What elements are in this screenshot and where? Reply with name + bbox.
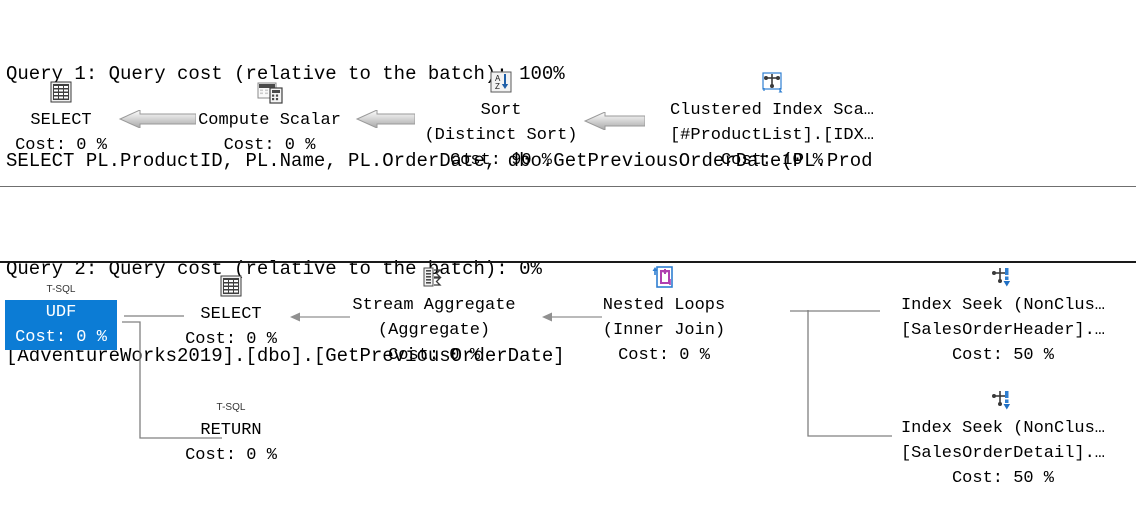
plan-node-cost: Cost: 0 % [15, 136, 107, 155]
plan-node-label: Sort [480, 101, 522, 120]
plan-node-cost: Cost: 50 % [951, 346, 1055, 365]
plan-node-label: Compute Scalar [198, 111, 341, 130]
plan-node-select[interactable]: SELECT Cost: 0 % [0, 80, 122, 158]
section-divider-bottom [0, 261, 1136, 263]
plan-node-sublabel: [#ProductList].[IDX… [669, 126, 875, 145]
plan-node-sort[interactable]: A Z Sort (Distinct Sort) Cost: 90 % [410, 70, 592, 173]
arrow-sort-to-compute-scalar [355, 110, 415, 128]
udf-selection-highlight: UDF Cost: 0 % [5, 300, 117, 350]
plan-node-cost: Cost: 0 % [388, 346, 480, 365]
index-seek-icon [872, 388, 1134, 414]
plan-node-sublabel: (Aggregate) [377, 321, 491, 340]
execution-plan-canvas: Query 1: Query cost (relative to the bat… [0, 0, 1136, 507]
plan-node-cost: Cost: 0 % [223, 136, 316, 155]
plan-node-label: SELECT [200, 305, 262, 324]
arrow-index-scan-to-sort [583, 112, 645, 130]
plan-node-label: Clustered Index Sca… [669, 101, 875, 120]
result-grid-icon [0, 80, 122, 106]
plan-node-udf[interactable]: T-SQL UDF Cost: 0 % [0, 280, 122, 350]
svg-text:Z: Z [495, 82, 500, 91]
plan-node-clustered-index-scan[interactable]: Clustered Index Sca… [#ProductList].[IDX… [640, 70, 904, 173]
nested-loops-icon [580, 265, 748, 291]
plan-node-label: Index Seek (NonClus… [900, 419, 1106, 438]
plan-node-cost: Cost: 0 % [15, 328, 107, 347]
tsql-badge-icon: T-SQL [216, 402, 246, 413]
plan-node-label: Stream Aggregate [352, 296, 516, 315]
plan-node-nested-loops[interactable]: Nested Loops (Inner Join) Cost: 0 % [580, 265, 748, 368]
plan-node-select[interactable]: SELECT Cost: 0 % [168, 274, 294, 352]
sort-az-icon: A Z [410, 70, 592, 96]
plan-node-cost: Cost: 0 % [618, 346, 710, 365]
plan-node-cost: Cost: 0 % [185, 446, 277, 465]
compute-scalar-icon [178, 80, 361, 106]
plan-node-label: Index Seek (NonClus… [900, 296, 1106, 315]
stream-aggregate-icon [330, 265, 538, 291]
plan-node-label: UDF [45, 303, 77, 322]
clustered-index-scan-icon [640, 70, 904, 96]
plan-node-stream-aggregate[interactable]: Stream Aggregate (Aggregate) Cost: 0 % [330, 265, 538, 368]
result-grid-icon [168, 274, 294, 300]
plan-node-cost: Cost: 10 % [720, 151, 824, 170]
plan-node-compute-scalar[interactable]: Compute Scalar Cost: 0 % [178, 80, 361, 158]
plan-node-index-seek-salesorderdetail[interactable]: Index Seek (NonClus… [SalesOrderDetail].… [872, 388, 1134, 491]
plan-node-sublabel: [SalesOrderDetail].… [900, 444, 1106, 463]
plan-node-label: RETURN [200, 421, 262, 440]
plan-node-return[interactable]: T-SQL RETURN Cost: 0 % [168, 398, 294, 468]
plan-node-cost: Cost: 0 % [185, 330, 277, 349]
plan-node-label: SELECT [30, 111, 92, 130]
plan-node-sublabel: [SalesOrderHeader].… [900, 321, 1106, 340]
plan-node-index-seek-salesorderheader[interactable]: Index Seek (NonClus… [SalesOrderHeader].… [872, 265, 1134, 368]
plan-node-sublabel: (Distinct Sort) [424, 126, 578, 145]
plan-node-cost: Cost: 90 % [449, 151, 553, 170]
plan-node-label: Nested Loops [602, 296, 726, 315]
plan-node-cost: Cost: 50 % [951, 469, 1055, 488]
tsql-badge-icon: T-SQL [46, 284, 76, 295]
section-divider-top [0, 186, 1136, 187]
plan-node-sublabel: (Inner Join) [602, 321, 726, 340]
index-seek-icon [872, 265, 1134, 291]
